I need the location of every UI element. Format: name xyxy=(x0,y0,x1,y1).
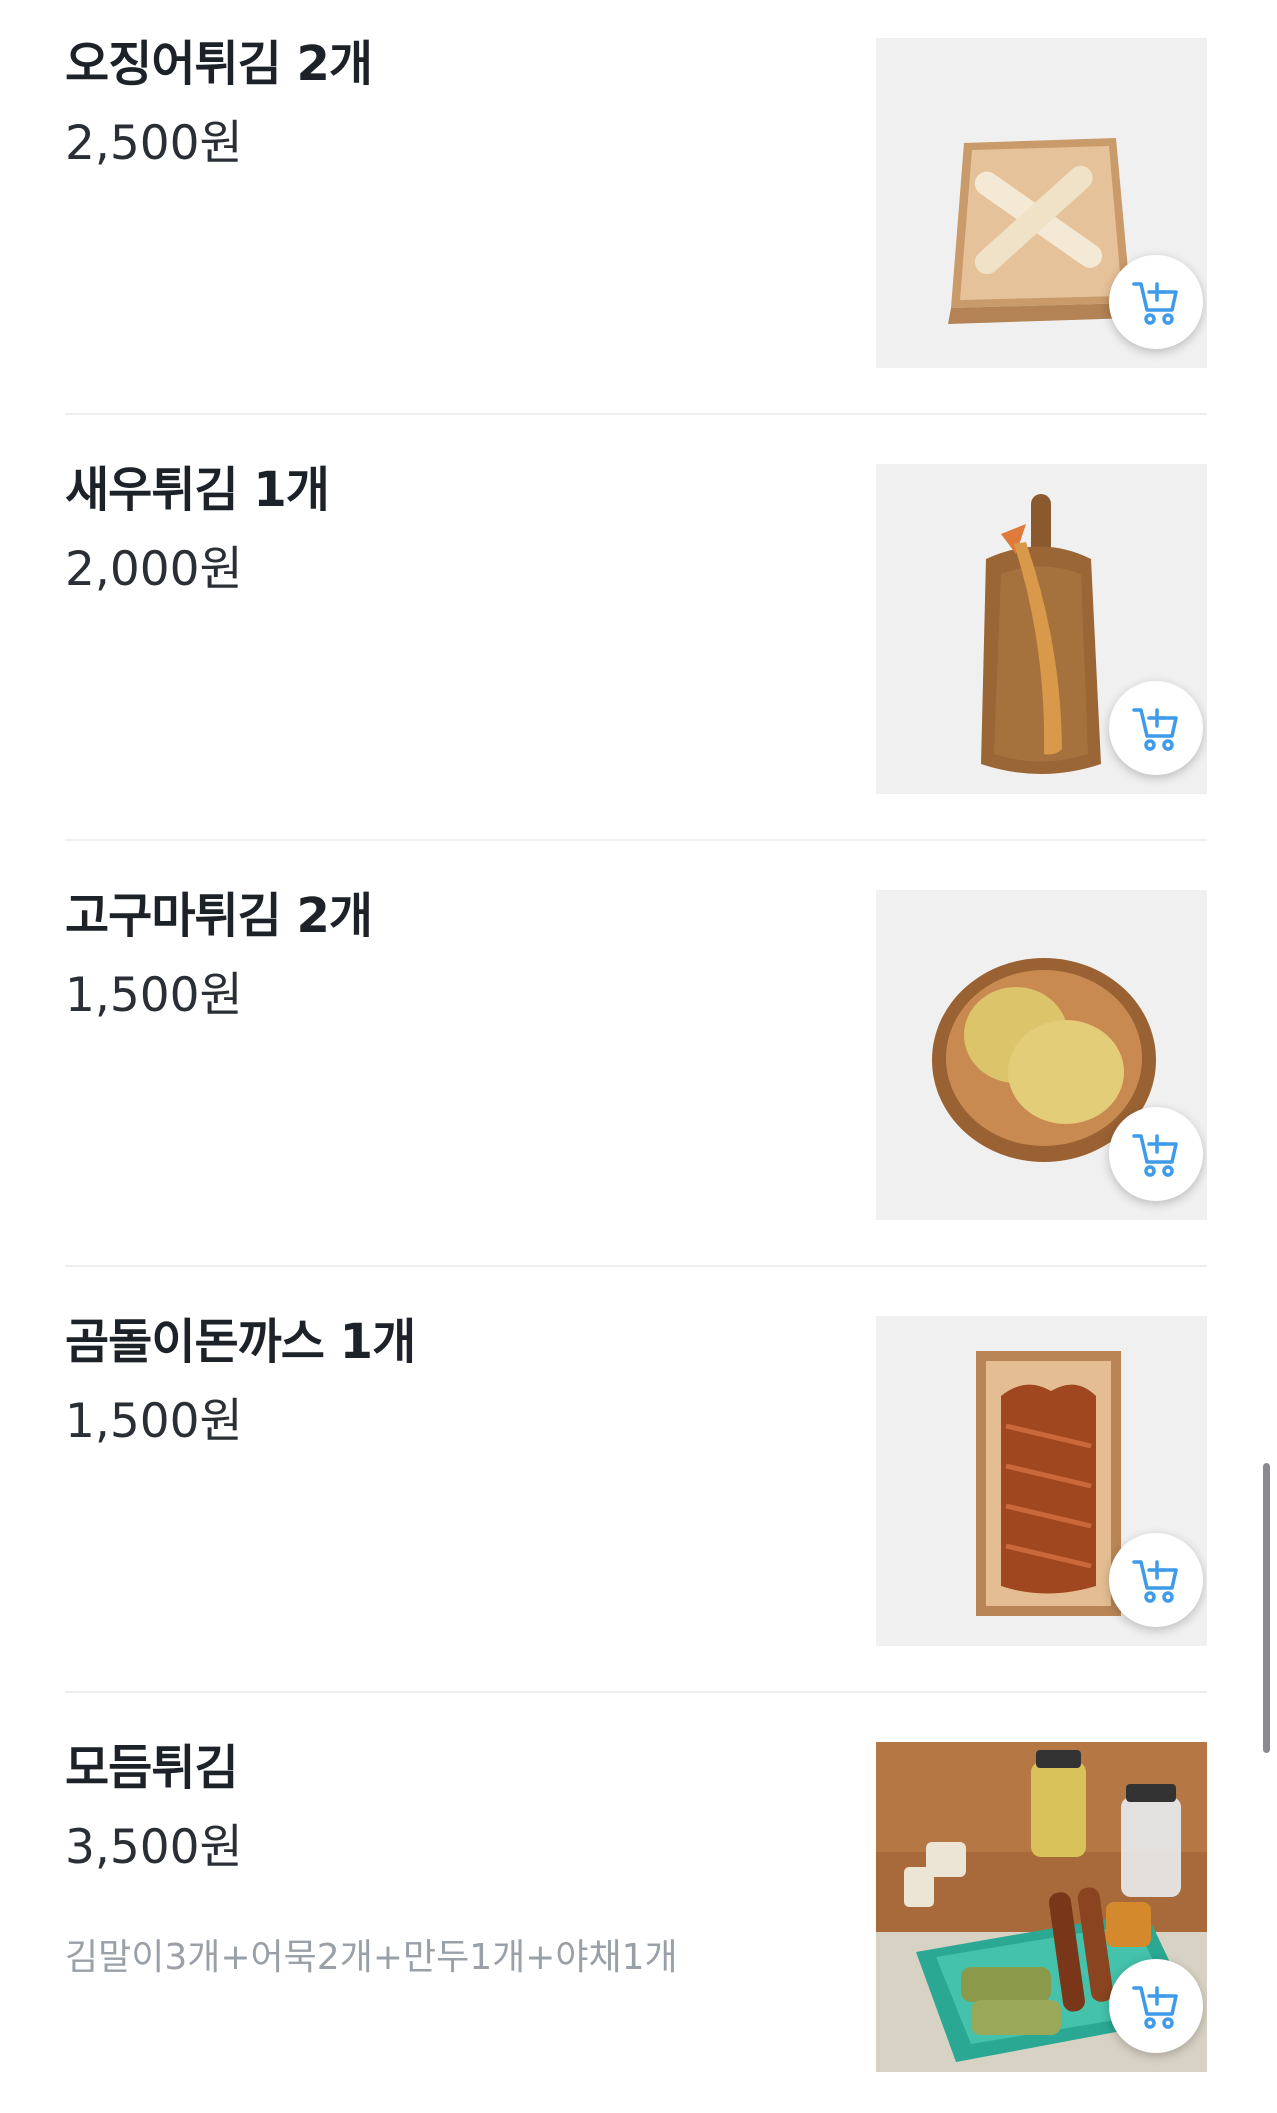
divider xyxy=(65,413,1207,415)
bear-pork-cutlet-image[interactable] xyxy=(876,1316,1207,1646)
menu-item-price: 1,500원 xyxy=(65,1394,243,1449)
menu-item-price: 2,000원 xyxy=(65,542,243,597)
menu-item-shrimp[interactable]: 새우튀김 1개 2,000원 xyxy=(65,426,1207,852)
menu-item-name: 새우튀김 1개 xyxy=(65,462,330,518)
menu-item-name: 고구마튀김 2개 xyxy=(65,888,373,944)
menu-item-name: 오징어튀김 2개 xyxy=(65,36,373,92)
add-to-cart-icon xyxy=(1132,708,1178,751)
menu-item-name: 곰돌이돈까스 1개 xyxy=(65,1314,416,1370)
menu-item-price: 3,500원 xyxy=(65,1820,243,1875)
fried-sweet-potato-image[interactable] xyxy=(876,890,1207,1220)
menu-item-assorted[interactable]: 모듬튀김 3,500원 김말이3개+어묵2개+만두1개+야채1개 xyxy=(65,1704,1207,2113)
add-to-cart-icon xyxy=(1132,1560,1178,1603)
vertical-scrollbar[interactable] xyxy=(1263,1463,1270,1753)
menu-list: 오징어튀김 2개 2,500원 새우튀김 1개 2,000원 고구마튀김 2개 … xyxy=(0,0,1277,2113)
add-to-cart-icon xyxy=(1132,1134,1178,1177)
divider xyxy=(65,1265,1207,1267)
divider xyxy=(65,1691,1207,1693)
menu-item-sweet-potato[interactable]: 고구마튀김 2개 1,500원 xyxy=(65,852,1207,1278)
add-to-cart-icon xyxy=(1132,1986,1178,2029)
add-to-cart-button[interactable] xyxy=(1109,1107,1203,1201)
fried-squid-image[interactable] xyxy=(876,38,1207,368)
menu-item-name: 모듬튀김 xyxy=(65,1740,239,1796)
menu-item-squid[interactable]: 오징어튀김 2개 2,500원 xyxy=(65,0,1207,426)
add-to-cart-button[interactable] xyxy=(1109,1959,1203,2053)
menu-item-pork-cutlet[interactable]: 곰돌이돈까스 1개 1,500원 xyxy=(65,1278,1207,1704)
divider xyxy=(65,839,1207,841)
add-to-cart-button[interactable] xyxy=(1109,681,1203,775)
menu-item-price: 1,500원 xyxy=(65,968,243,1023)
menu-item-price: 2,500원 xyxy=(65,116,243,171)
add-to-cart-icon xyxy=(1132,282,1178,325)
fried-shrimp-image[interactable] xyxy=(876,464,1207,794)
menu-item-description: 김말이3개+어묵2개+만두1개+야채1개 xyxy=(65,1937,678,1978)
add-to-cart-button[interactable] xyxy=(1109,255,1203,349)
assorted-fritters-image[interactable] xyxy=(876,1742,1207,2072)
add-to-cart-button[interactable] xyxy=(1109,1533,1203,1627)
